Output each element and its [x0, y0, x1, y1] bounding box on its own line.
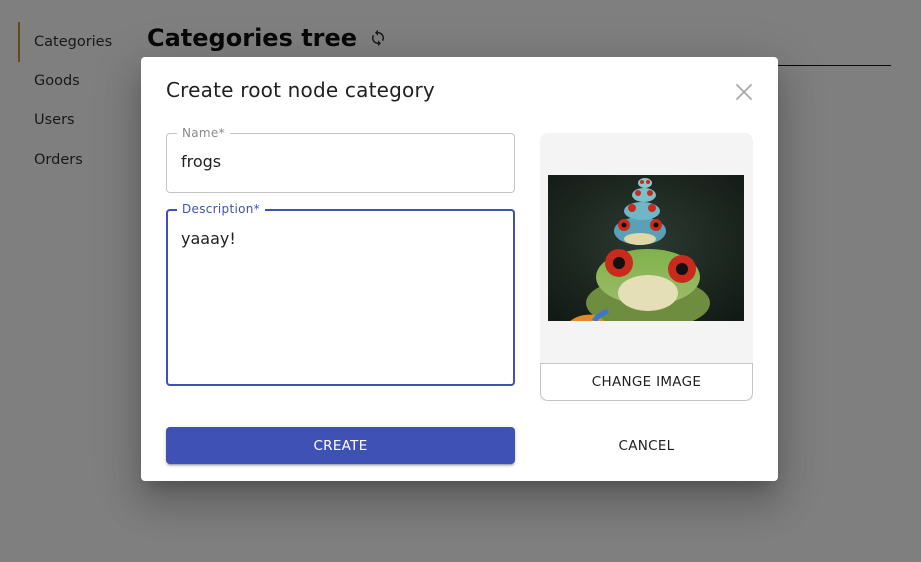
close-icon [736, 84, 752, 100]
name-field-label: Name* [177, 126, 230, 140]
change-image-button[interactable]: CHANGE IMAGE [540, 363, 753, 401]
description-field: Description* yaaay! [166, 202, 515, 386]
description-field-label: Description* [177, 202, 265, 216]
dialog-title: Create root node category [166, 78, 435, 102]
cancel-button[interactable]: CANCEL [540, 427, 753, 464]
frog-image [548, 175, 744, 321]
create-category-dialog: Create root node category Name* Descript… [141, 57, 778, 481]
create-button[interactable]: CREATE [166, 427, 515, 464]
image-preview-panel [540, 133, 753, 401]
name-field: Name* [166, 126, 515, 193]
name-input[interactable] [181, 152, 500, 171]
description-input[interactable]: yaaay! [181, 228, 500, 374]
close-button[interactable] [733, 81, 755, 103]
